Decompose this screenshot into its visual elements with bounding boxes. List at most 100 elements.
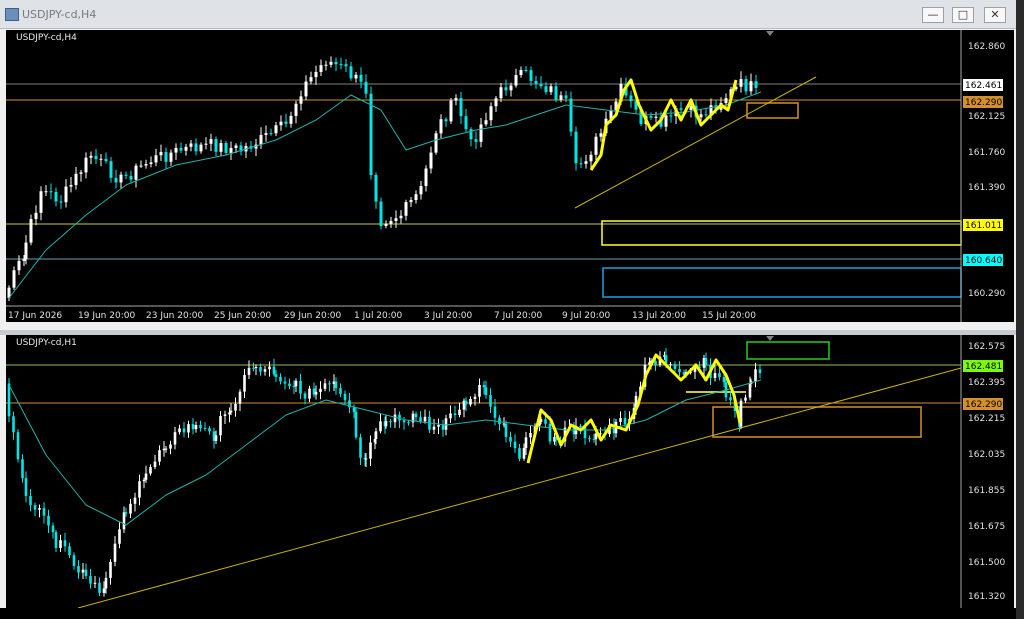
candle-h4 [314,71,318,78]
candle-h1 [268,366,271,370]
candle-h1 [449,413,452,419]
candle-h1 [214,435,218,441]
candle-h1 [718,373,721,378]
candle-h4 [559,95,563,100]
candle-h4 [39,191,43,213]
demand-zone-cyan [602,267,962,298]
close-button[interactable]: ✕ [984,7,1006,23]
candle-h1 [704,358,708,365]
candle-h4 [669,115,673,117]
candle-h4 [454,98,458,101]
candle-h4 [359,74,363,82]
candle-h1 [254,366,258,368]
candle-h1 [623,418,627,425]
chart-pane-h4[interactable]: 162.860 162.125 161.760 161.390 160.290 162.4… [6,30,1014,322]
price-tag-h4: 162.461 [965,81,1002,91]
candle-h1 [464,400,468,405]
price-tag-h1: 162.290 [965,400,1002,410]
candle-h4 [174,147,178,153]
candle-h1 [149,467,152,474]
candle-h1 [432,426,436,430]
candle-h1 [524,437,528,449]
candle-h1 [294,380,298,387]
candle-h4 [704,114,708,116]
chart-symbol-label-h4: USDJPY-cd,H4 [16,33,77,43]
candle-h4 [84,157,88,173]
restore-button[interactable]: □ [952,7,974,23]
candle-h1 [548,423,552,442]
candle-h1 [288,383,291,387]
candle-h1 [414,413,418,418]
x-tick-h4: 15 Jul 20:00 [702,311,756,321]
candle-h1 [654,361,657,365]
candle-h4 [304,81,308,97]
candle-h4 [29,219,33,243]
candle-h4 [474,139,478,142]
candle-h1 [314,391,318,395]
candle-h1 [458,409,461,416]
candle-h4 [119,174,123,183]
candle-h1 [299,380,302,394]
candle-h1 [283,381,287,384]
x-tick-h4: 25 Jun 20:00 [214,311,271,321]
candle-h1 [263,369,267,372]
y-tick-h1: 162.215 [968,414,1005,424]
candle-h4 [69,184,73,187]
x-tick-h4: 13 Jul 20:00 [632,311,686,321]
candle-h4 [22,259,26,261]
candle-h4 [629,95,633,102]
candle-h4 [139,165,143,167]
candle-h1 [158,450,161,462]
candle-h1 [118,529,121,544]
candle-h4 [159,152,163,156]
candle-h1 [144,473,148,480]
background-window-strip [1016,0,1024,619]
candle-h1 [104,577,108,589]
candle-h1 [678,368,681,373]
candle-h1 [308,388,311,399]
candle-h1 [16,432,20,460]
candle-h1 [243,374,246,392]
chart-pane-h1[interactable]: 162.575 162.395 162.215 162.035 161.855 161.6… [6,335,1014,608]
candle-h4 [449,100,453,122]
chart-window-icon [5,8,19,21]
candle-h4 [534,80,538,84]
chart-canvas-h4[interactable]: 162.860 162.125 161.760 161.390 160.290 162.4… [6,30,1014,322]
candle-h4 [179,147,183,151]
candle-h1 [754,369,757,382]
candle-h4 [414,194,418,201]
chart-canvas-h1[interactable]: 162.575 162.395 162.215 162.035 161.855 161.6… [6,335,1014,608]
x-tick-h4: 9 Jul 20:00 [562,311,611,321]
candle-h1 [164,448,168,450]
candle-h1 [389,421,392,423]
supply-zone-yellow [601,220,962,246]
candle-h4 [169,152,173,162]
candle-h1 [437,424,440,427]
x-tick-h4: 3 Jul 20:00 [424,311,473,321]
candle-h1 [153,461,157,468]
candle-h4 [494,98,498,107]
candle-h4 [479,124,483,142]
candle-h1 [588,438,591,440]
candle-h4 [389,220,393,224]
candle-h1 [407,422,410,424]
candle-h1 [513,441,517,449]
candle-h4 [459,98,463,117]
candle-h4 [724,98,728,104]
drawn-path-h4 [589,78,738,171]
candle-h4 [594,136,598,155]
candle-h4 [79,172,83,174]
candle-h1 [669,364,672,366]
candle-h4 [294,103,298,116]
candle-h1 [469,398,472,405]
candle-h4 [699,114,703,118]
candle-h4 [409,200,413,203]
candle-h1 [673,364,677,369]
candle-h1 [138,481,141,498]
candle-h1 [238,391,242,404]
minimize-button[interactable]: — [922,7,944,23]
candle-h1 [89,576,92,584]
candle-h4 [424,168,428,187]
price-tag-h4: 162.290 [965,98,1002,108]
demand-zone-orange-h1 [712,406,922,438]
